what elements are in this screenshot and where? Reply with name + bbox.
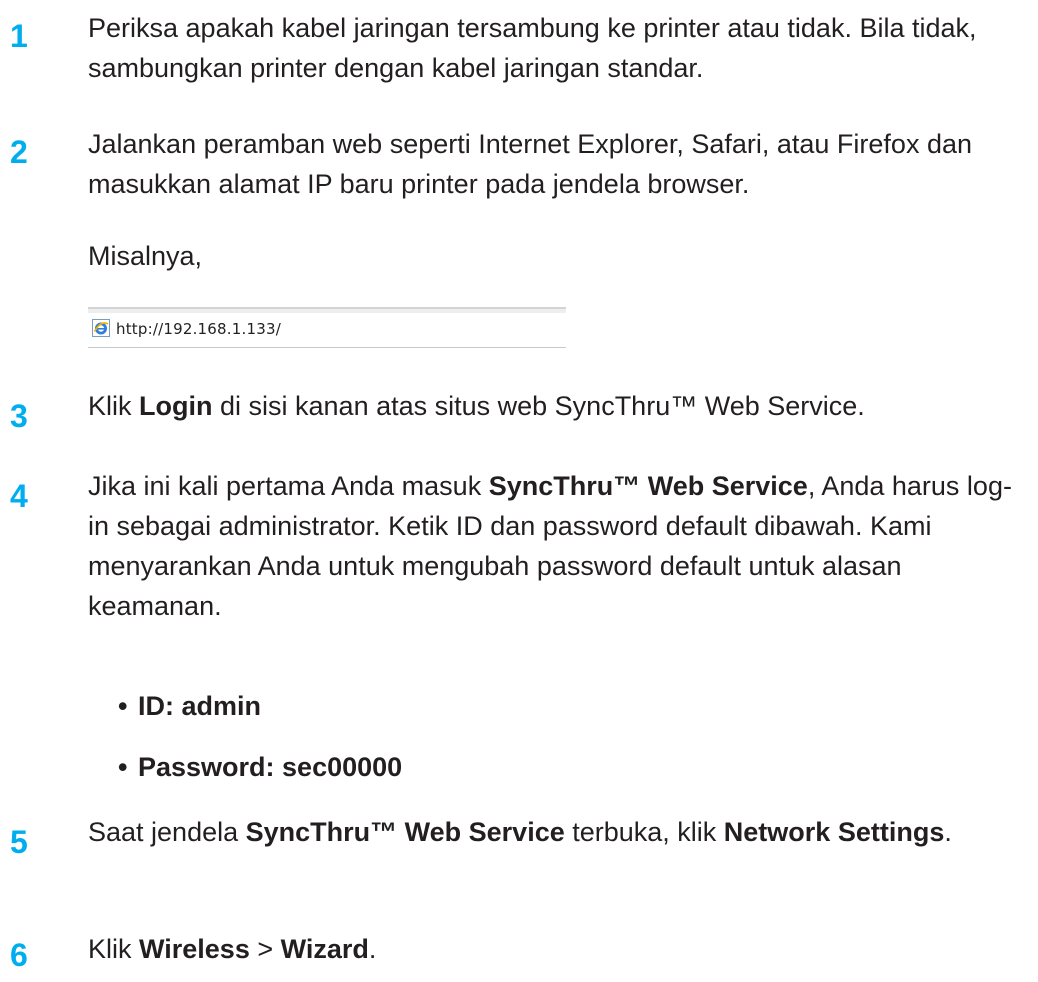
step-text-part: Saat jendela — [88, 817, 246, 847]
step-text-part: Klik — [88, 391, 140, 421]
step-text-part: Klik — [88, 934, 140, 964]
ie-browser-icon — [92, 319, 110, 337]
step-text: Saat jendela SyncThru™ Web Service terbu… — [88, 812, 1032, 852]
address-bar-edge — [88, 309, 566, 313]
credential-text: ID: admin — [138, 691, 262, 721]
wireless-label: Wireless — [139, 934, 250, 964]
step-number: 3 — [10, 398, 28, 434]
step-text: Klik Login di sisi kanan atas situs web … — [88, 386, 1032, 426]
step-text: Jalankan peramban web seperti Internet E… — [88, 129, 972, 199]
step-text-part: di sisi kanan atas situs web SyncThru™ W… — [212, 391, 865, 421]
login-label: Login — [139, 391, 213, 421]
step-text-part: Jika ini kali pertama Anda masuk — [88, 471, 489, 501]
step-text-part: > — [249, 934, 281, 964]
syncthru-label: SyncThru™ Web Service — [488, 471, 808, 501]
credential-text: Password: sec00000 — [138, 752, 403, 782]
step-text: Jika ini kali pertama Anda masuk SyncThr… — [88, 466, 1032, 626]
step-text: Periksa apakah kabel jaringan tersambung… — [88, 13, 977, 83]
network-settings-label: Network Settings — [723, 817, 945, 847]
example-label: Misalnya, — [88, 241, 203, 271]
step-text-part: . — [368, 934, 377, 964]
url-text: http://192.168.1.133/ — [116, 320, 281, 338]
step-number: 6 — [10, 937, 28, 973]
step-number: 1 — [10, 18, 28, 54]
address-bar: http://192.168.1.133/ — [88, 307, 566, 348]
bullet: • — [118, 752, 128, 782]
step-number: 2 — [10, 134, 28, 170]
step-number: 5 — [10, 824, 28, 860]
wizard-label: Wizard — [280, 934, 369, 964]
syncthru-label: SyncThru™ Web Service — [245, 817, 565, 847]
step-number: 4 — [10, 478, 28, 514]
bullet: • — [118, 691, 128, 721]
step-text: Klik Wireless > Wizard. — [88, 929, 1032, 969]
step-text-part: . — [944, 817, 952, 847]
step-text-part: terbuka, klik — [564, 817, 724, 847]
